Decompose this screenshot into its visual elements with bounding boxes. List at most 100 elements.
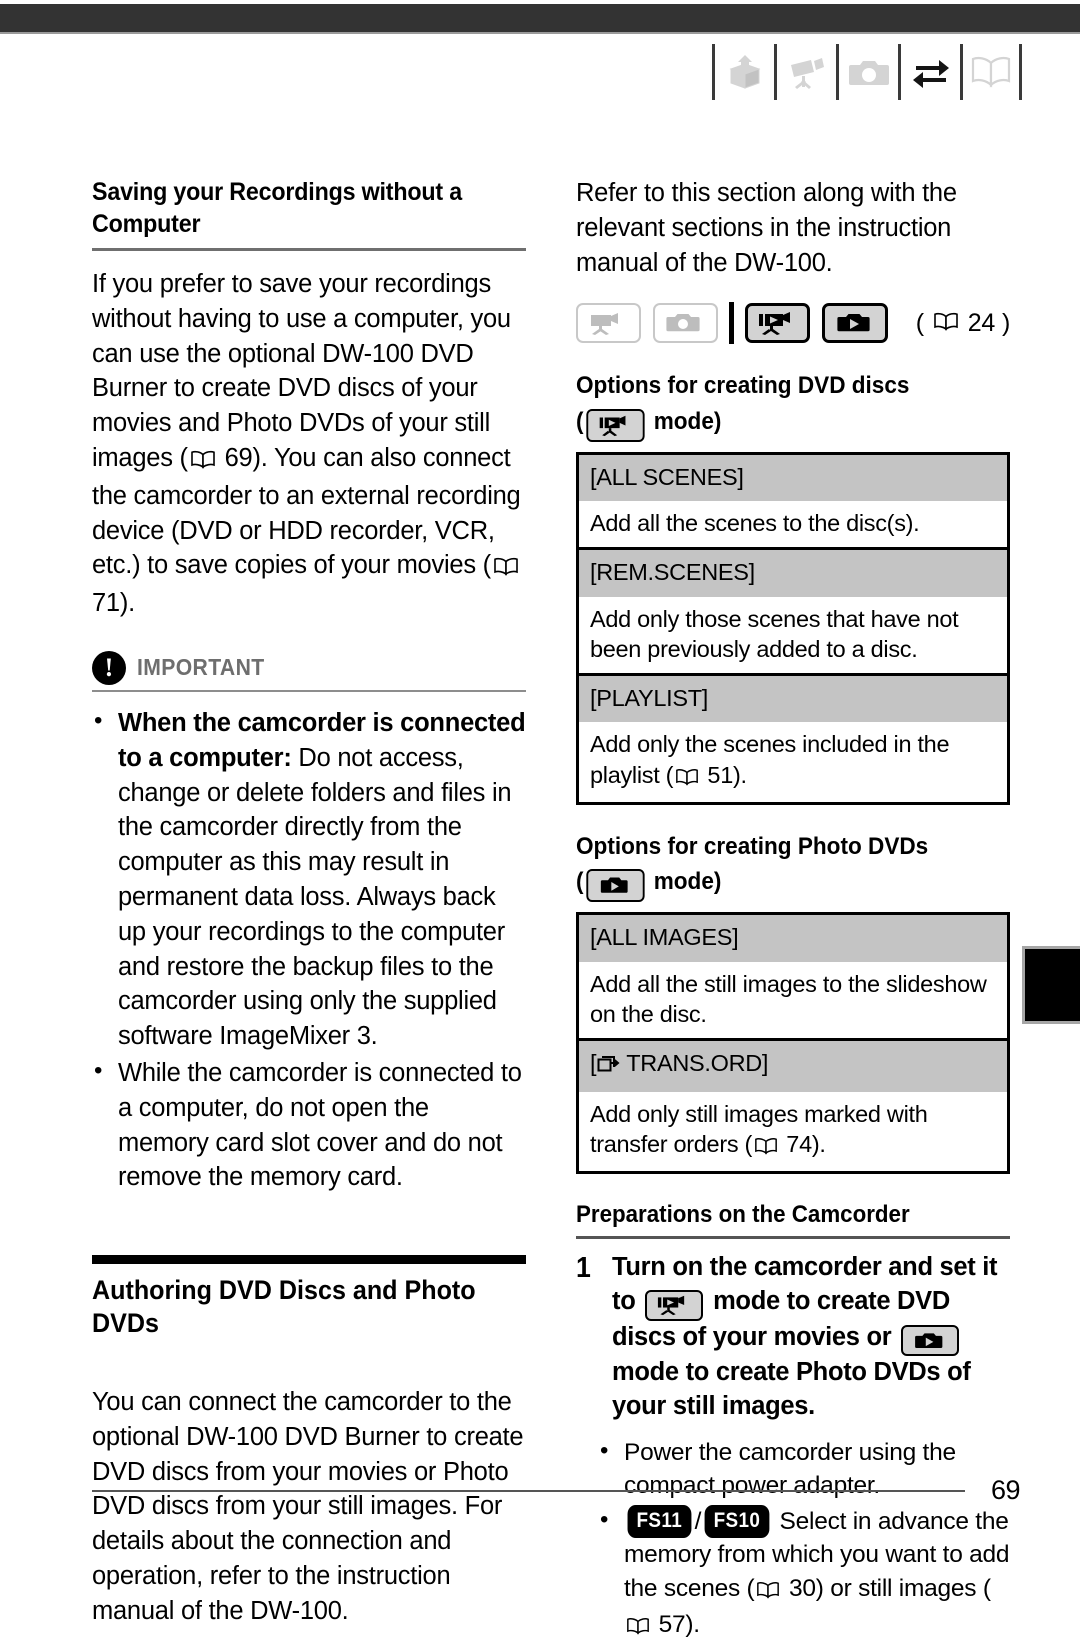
open-book-icon (960, 44, 1022, 100)
right-column: Refer to this section along with the rel… (576, 176, 1010, 1647)
photo-options-title: Options for creating Photo DVDs (576, 833, 929, 861)
mode-divider (729, 302, 735, 345)
section-double-rule (92, 1255, 526, 1265)
book-page-icon (190, 444, 216, 479)
model-badge-fs11: FS11 (627, 1504, 692, 1539)
paren-open: ( (576, 868, 584, 896)
table-row: [ALL SCENES] (577, 453, 1009, 501)
description-tail: ). (811, 1130, 826, 1157)
left-column: Saving your Recordings without a Compute… (92, 176, 526, 1644)
preparations-title: Preparations on the Camcorder (576, 1201, 910, 1229)
important-bullet-list: When the camcorder is connected to a com… (92, 705, 526, 1195)
title-rule (92, 248, 526, 251)
option-name: [ALL IMAGES] (577, 913, 1009, 962)
step-1: 1 Turn on the camcorder and set it to mo… (576, 1251, 1010, 1424)
description-text: Add only the scenes included in the play… (590, 731, 950, 788)
dvd-options-mode-line: ( mode) (576, 406, 984, 442)
important-label: IMPORTANT (137, 654, 265, 681)
option-name: [PLAYLIST] (577, 673, 1009, 723)
camcorder-play-mode-badge (586, 408, 645, 442)
option-name: [REM.SCENES] (577, 547, 1009, 597)
intro-ref-2: 71 (92, 589, 120, 618)
option-description: Add only the scenes included in the play… (577, 722, 1009, 804)
authoring-title: Authoring DVD Discs and Photo DVDs (92, 1275, 476, 1338)
page-number: 69 (990, 1475, 1021, 1505)
step-text-part-3: mode to create Photo DVDs of your still … (612, 1358, 971, 1420)
page-ref-number: 51 (707, 761, 733, 788)
camcorder-play-mode-badge (645, 1289, 704, 1321)
exclamation-icon: ! (92, 650, 126, 685)
page-ref-number: 24 (967, 308, 996, 337)
camera-play-mode-badge (901, 1325, 960, 1357)
table-row: Add only the scenes included in the play… (577, 722, 1009, 804)
option-description: Add only still images marked with transf… (577, 1091, 1009, 1173)
option-description: Add only those scenes that have not been… (577, 596, 1009, 675)
mode-suffix: mode) (653, 868, 722, 896)
list-item: When the camcorder is connected to a com… (92, 705, 526, 1054)
dvd-options-table: [ALL SCENES] Add all the scenes to the d… (576, 451, 1010, 806)
preparations-rule (576, 1236, 1010, 1240)
camcorder-icon (774, 44, 836, 100)
top-bar-shadow (0, 32, 1080, 34)
bullet-text-mid: ) or still images ( (815, 1574, 991, 1602)
bullet-text: Do not access, change or delete folders … (118, 743, 512, 1051)
option-description: Add all the still images to the slidesho… (577, 961, 1009, 1040)
box-arrow-icon (712, 44, 774, 100)
paren-open: ( (576, 407, 584, 435)
step-text: Turn on the camcorder and set it to mode… (612, 1251, 1010, 1424)
important-rule (92, 689, 526, 692)
step-number: 1 (576, 1252, 591, 1285)
list-item: While the camcorder is connected to a co… (92, 1055, 526, 1195)
transfer-arrows-icon (898, 44, 960, 100)
camera-play-mode-badge (586, 869, 645, 903)
table-row: [PLAYLIST] (577, 673, 1009, 723)
preparations-bullet-list: Power the camcorder using the compact po… (576, 1435, 1010, 1645)
model-badge-fs10: FS10 (704, 1504, 770, 1539)
option-name: [ TRANS.ORD] (577, 1038, 1009, 1092)
important-header: ! IMPORTANT (92, 650, 526, 685)
camcorder-play-mode-badge (745, 303, 811, 344)
camcorder-record-mode-badge (576, 303, 642, 344)
table-row: [ALL IMAGES] (577, 913, 1009, 962)
camera-record-mode-badge (652, 303, 718, 344)
model-separator: / (694, 1507, 702, 1535)
page-ref-number: 74 (786, 1130, 812, 1157)
table-row: Add only those scenes that have not been… (577, 596, 1009, 675)
mode-page-reference: (24) (915, 308, 1011, 338)
book-page-icon (493, 551, 519, 586)
dvd-options-title: Options for creating DVD discs (576, 372, 910, 400)
page-ref-number: 57 (658, 1611, 686, 1639)
intro-text-1: If you prefer to save your recordings wi… (92, 270, 511, 472)
footer-rule (92, 1489, 965, 1492)
intro-ref-1: 69 (224, 443, 253, 472)
bracket-open: [ (590, 1050, 597, 1077)
page-footer: 69 (92, 1475, 1021, 1506)
table-row: Add all the scenes to the disc(s). (577, 500, 1009, 549)
camera-icon (836, 44, 898, 100)
list-item: FS11/FS10 Select in advance the memory f… (598, 1504, 1010, 1645)
book-page-icon (933, 309, 959, 338)
paren-open: ( (915, 308, 924, 337)
table-row: [REM.SCENES] (577, 547, 1009, 597)
intro-text-3: ). (119, 589, 135, 618)
option-name: [ALL SCENES] (577, 453, 1009, 501)
book-page-icon (675, 763, 699, 793)
option-name-text: TRANS.ORD] (626, 1050, 769, 1077)
header-icon-strip (712, 44, 1022, 100)
top-dark-bar (0, 4, 1080, 32)
photo-options-table: [ALL IMAGES] Add all the still images to… (576, 912, 1010, 1175)
important-block: ! IMPORTANT When the camcorder is connec… (92, 650, 526, 1195)
table-row: Add all the still images to the slidesho… (577, 961, 1009, 1040)
refer-paragraph: Refer to this section along with the rel… (576, 179, 957, 277)
description-tail: ). (732, 761, 747, 788)
intro-paragraph: If you prefer to save your recordings wi… (92, 267, 526, 621)
book-page-icon (754, 1132, 778, 1162)
bullet-text-tail: ). (685, 1611, 700, 1639)
edge-tab-marker (1022, 946, 1080, 1024)
table-row: [ TRANS.ORD] (577, 1038, 1009, 1092)
authoring-paragraph: You can connect the camcorder to the opt… (92, 1387, 524, 1625)
photo-options-mode-line: ( mode) (576, 866, 984, 903)
page-title: Saving your Recordings without a Compute… (92, 178, 462, 238)
mode-badge-row: (24) (576, 302, 1011, 345)
bullet-text: While the camcorder is connected to a co… (118, 1058, 522, 1192)
